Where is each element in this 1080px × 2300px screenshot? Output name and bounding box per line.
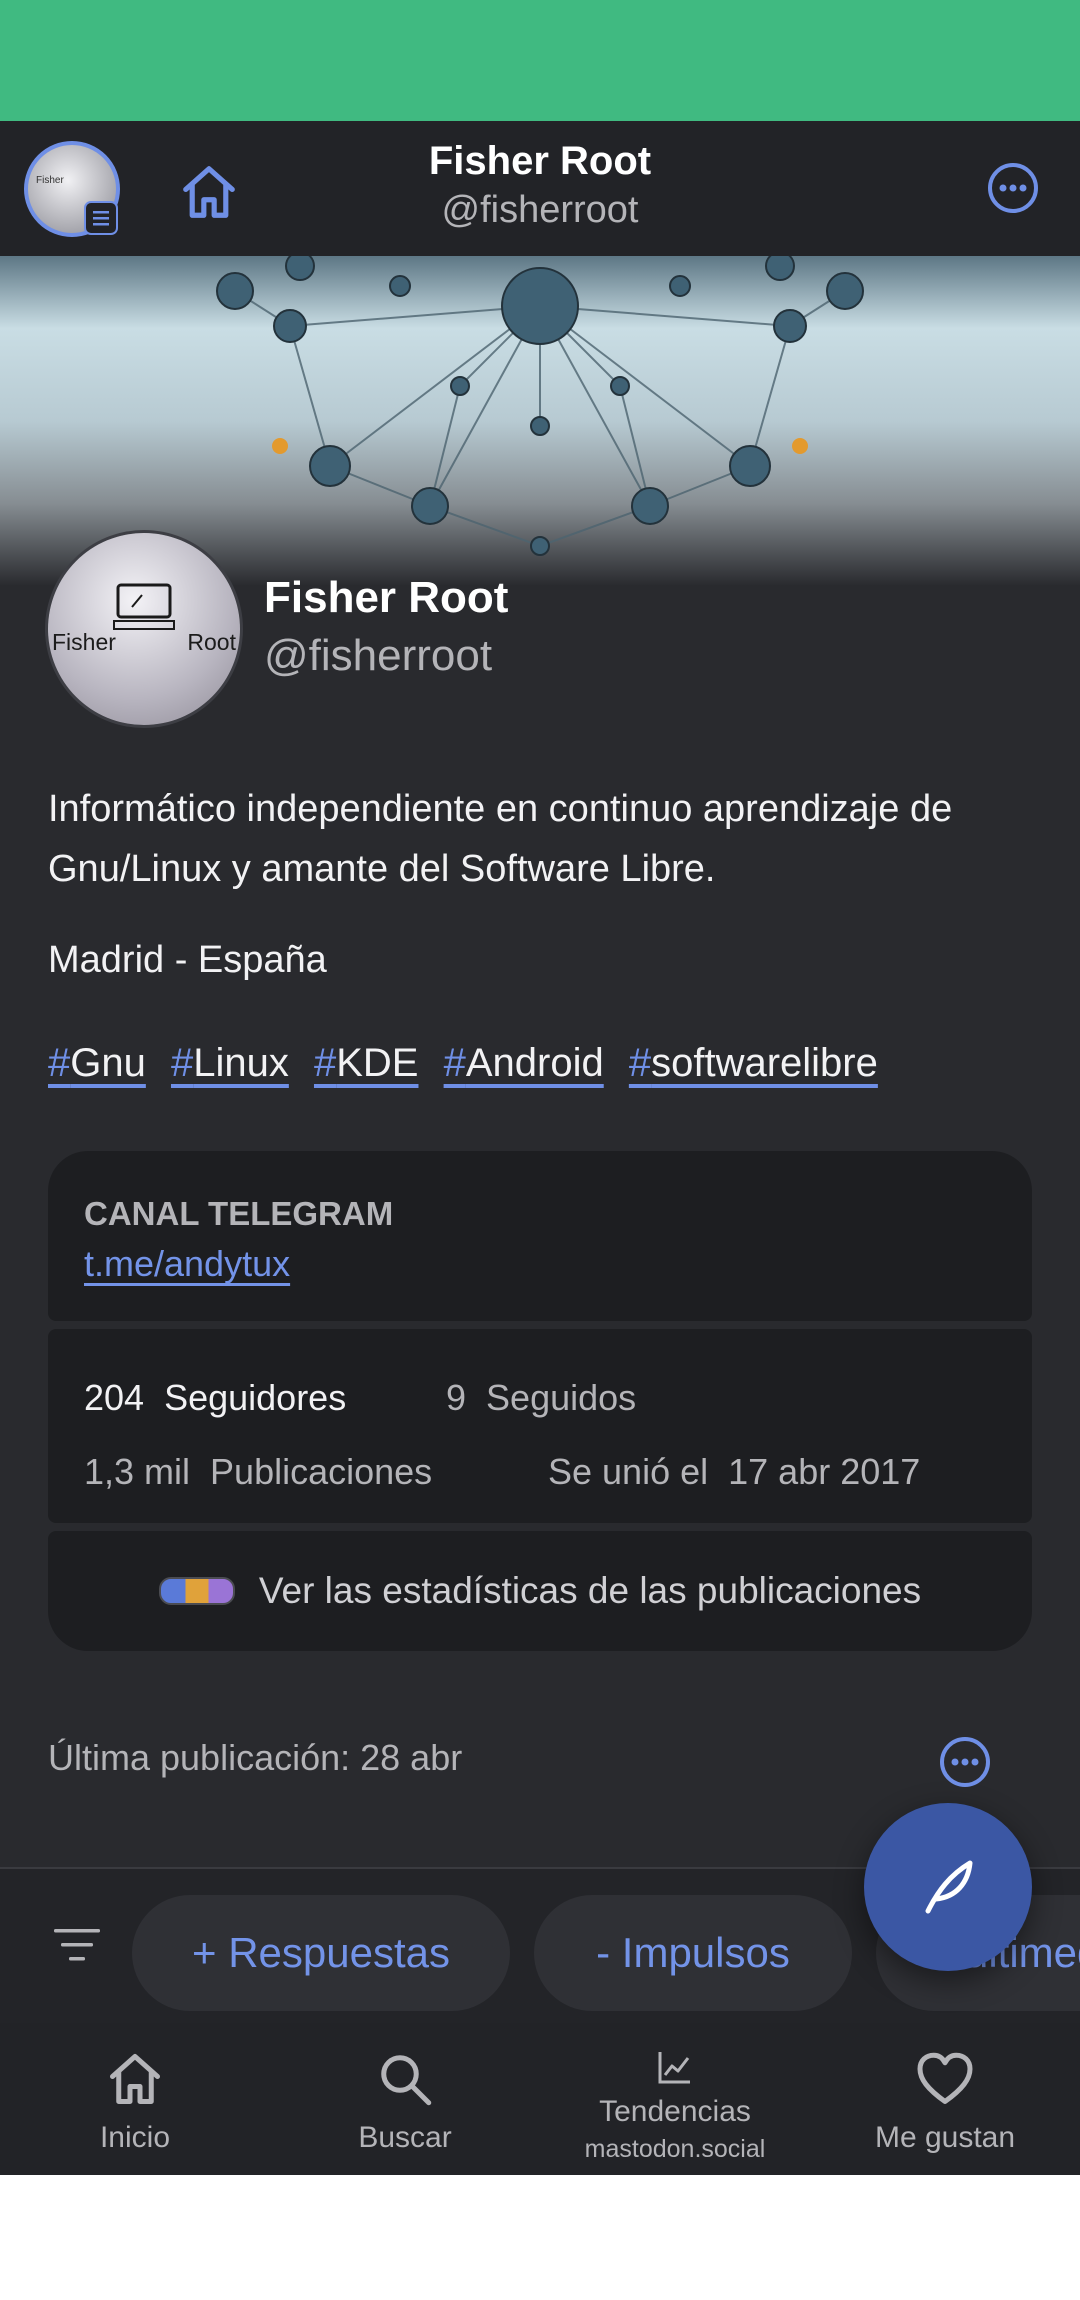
hash-symbol: #	[628, 1041, 652, 1085]
following-label: Seguidos	[486, 1377, 637, 1418]
trending-chart-icon	[658, 2052, 690, 2084]
avatar-label: Fisher Root	[52, 629, 236, 656]
search-icon	[381, 2055, 432, 2106]
status-bar	[0, 0, 1080, 121]
posts-stat: 1,3 mil Publicaciones	[84, 1451, 432, 1493]
post-stats-card[interactable]: Ver las estadísticas de las publicacione…	[48, 1531, 1032, 1651]
followers-label: Seguidores	[164, 1377, 347, 1418]
field-label: CANAL TELEGRAM	[84, 1195, 394, 1232]
last-post-date: Última publicación: 28 abr	[48, 1737, 463, 1778]
profile-location: Madrid - España	[48, 939, 327, 981]
following-stat[interactable]: 9 Seguidos	[446, 1377, 636, 1419]
header-handle: @fisherroot	[441, 189, 639, 231]
profile-bio: Informático independiente en continuo ap…	[48, 788, 953, 890]
top-bar: Fisher Fisher Root @fisherroot	[0, 121, 1080, 256]
nav-trends-server: mastodon.social	[584, 2135, 766, 2163]
more-options-icon[interactable]	[986, 161, 1040, 215]
more-options-icon[interactable]	[938, 1735, 992, 1789]
posts-label: Publicaciones	[210, 1451, 433, 1492]
hashtag-text: Linux	[193, 1041, 289, 1085]
hashtag-gnu[interactable]: #Gnu	[48, 1041, 146, 1085]
nav-trends[interactable]: Tendencias mastodon.social	[540, 2023, 810, 2175]
feather-icon	[925, 1860, 973, 1914]
nav-search-label: Buscar	[358, 2121, 452, 2154]
avatar-text-left: Fisher	[52, 629, 116, 655]
nav-trends-label: Tendencias	[599, 2095, 751, 2128]
stats-pill-icon	[158, 1577, 235, 1605]
heart-icon	[917, 2052, 973, 2104]
stats-card: 204 Seguidores 9 Seguidos 1,3 mil Publicaci…	[48, 1329, 1032, 1523]
hash-symbol: #	[48, 1041, 71, 1085]
chip-replies[interactable]: + Respuestas	[132, 1895, 510, 2011]
computer-icon	[113, 583, 175, 630]
post-stats-link: Ver las estadísticas de las publicacione…	[258, 1570, 922, 1611]
nav-home[interactable]: Inicio	[0, 2023, 270, 2175]
hashtag-linux[interactable]: #Linux	[171, 1041, 289, 1085]
filter-icon[interactable]	[52, 1925, 102, 1965]
nav-likes-label: Me gustan	[874, 2121, 1016, 2154]
followers-stat[interactable]: 204 Seguidores	[84, 1377, 346, 1419]
profile-handle[interactable]: @fisherroot	[264, 631, 492, 681]
following-count: 9	[446, 1377, 467, 1418]
nav-likes[interactable]: Me gustan	[810, 2023, 1080, 2175]
hash-symbol: #	[443, 1041, 466, 1085]
hashtag-softwarelibre[interactable]: #softwarelibre	[629, 1041, 878, 1085]
bottom-navigation: Inicio Buscar Tendencias mastodon.social…	[0, 2023, 1080, 2175]
compose-button[interactable]	[864, 1803, 1032, 1971]
hashtag-text: Android	[465, 1041, 604, 1085]
joined-date: 17 abr 2017	[728, 1451, 921, 1492]
chip-boosts[interactable]: - Impulsos	[534, 1895, 852, 2011]
joined-label: Se unió el	[548, 1451, 709, 1492]
hashtag-list: #Gnu #Linux #KDE #Android #softwarelibre	[48, 1041, 892, 1086]
header-name: Fisher Root	[428, 139, 652, 183]
hashtag-android[interactable]: #Android	[444, 1041, 604, 1085]
followers-count: 204	[84, 1377, 145, 1418]
hash-symbol: #	[170, 1041, 194, 1085]
hash-symbol: #	[313, 1041, 337, 1085]
joined-stat: Se unió el 17 abr 2017	[548, 1451, 920, 1493]
hashtag-text: Gnu	[70, 1041, 146, 1085]
hashtag-text: KDE	[336, 1041, 419, 1085]
hashtag-text: softwarelibre	[651, 1041, 878, 1085]
hashtag-kde[interactable]: #KDE	[314, 1041, 419, 1085]
profile-avatar[interactable]: Fisher Root	[48, 533, 240, 725]
field-link[interactable]: t.me/andytux	[84, 1243, 290, 1285]
profile-field-card: CANAL TELEGRAM t.me/andytux	[48, 1151, 1032, 1321]
app-screen: Fisher Fisher Root @fisherroot Fisher Ro…	[0, 121, 1080, 2175]
nav-search[interactable]: Buscar	[270, 2023, 540, 2175]
profile-name: Fisher Root	[264, 573, 509, 622]
nav-home-label: Inicio	[99, 2121, 171, 2154]
home-icon	[110, 2054, 160, 2104]
posts-count: 1,3 mil	[84, 1451, 191, 1492]
avatar-text-right: Root	[187, 629, 236, 655]
